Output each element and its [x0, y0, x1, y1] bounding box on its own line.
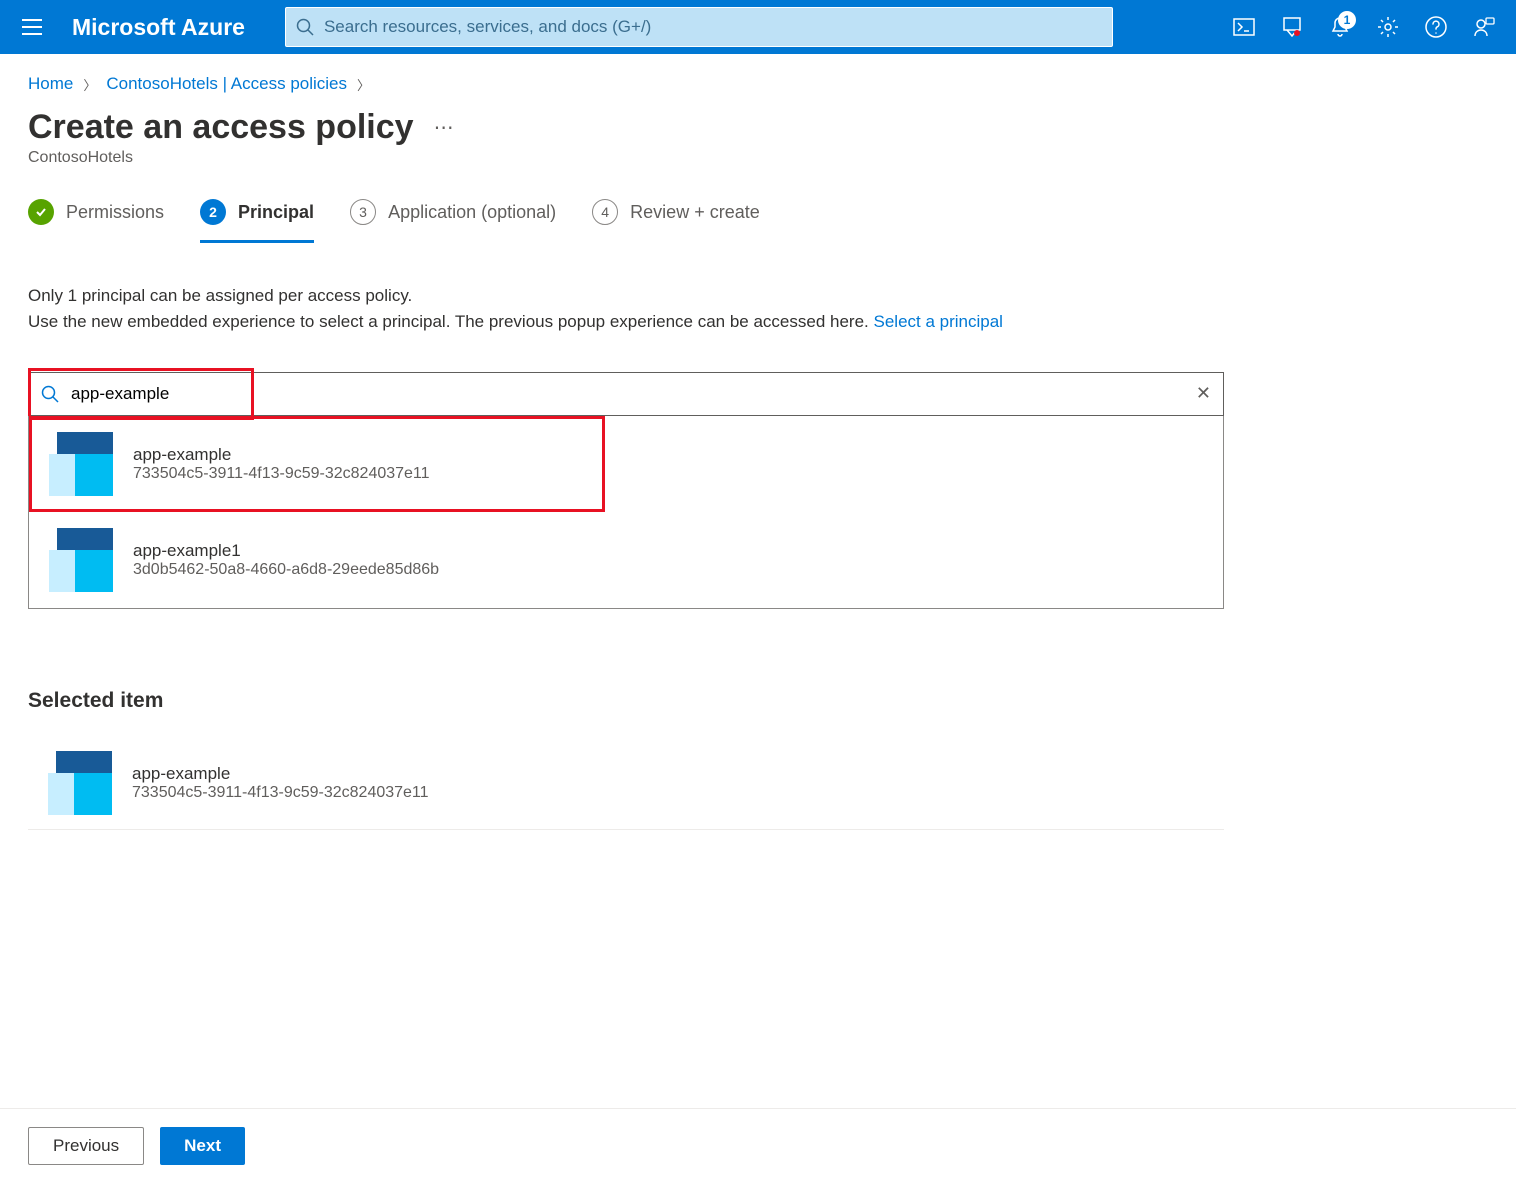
cloud-shell-button[interactable] [1224, 7, 1264, 47]
global-search[interactable] [285, 7, 1113, 47]
step-label: Application (optional) [388, 202, 556, 223]
gear-icon [1377, 16, 1399, 38]
principal-search-input[interactable] [71, 384, 1196, 404]
top-bar: Microsoft Azure 1 [0, 0, 1516, 54]
breadcrumb-home[interactable]: Home [28, 74, 73, 94]
result-name: app-example1 [133, 541, 439, 561]
help-button[interactable] [1416, 7, 1456, 47]
selected-item-row[interactable]: app-example 733504c5-3911-4f13-9c59-32c8… [28, 737, 1224, 830]
select-principal-link[interactable]: Select a principal [874, 312, 1003, 331]
search-result-item[interactable]: app-example 733504c5-3911-4f13-9c59-32c8… [29, 416, 1223, 512]
clear-search-button[interactable]: ✕ [1196, 383, 1211, 404]
wizard-footer: Previous Next [0, 1108, 1516, 1183]
step-principal[interactable]: 2 Principal [200, 199, 314, 243]
feedback-button[interactable] [1464, 7, 1504, 47]
step-permissions[interactable]: Permissions [28, 199, 164, 243]
step-number-badge: 2 [200, 199, 226, 225]
step-label: Principal [238, 202, 314, 223]
step-label: Review + create [630, 202, 760, 223]
step-application[interactable]: 3 Application (optional) [350, 199, 556, 243]
search-icon [41, 385, 59, 403]
chevron-right-icon: 〉 [83, 75, 96, 94]
notifications-button[interactable]: 1 [1320, 7, 1360, 47]
principal-search-box[interactable]: ✕ [28, 372, 1224, 416]
page-title: Create an access policy [28, 108, 414, 147]
step-number-badge: 4 [592, 199, 618, 225]
person-feedback-icon [1473, 16, 1495, 38]
notification-badge: 1 [1338, 11, 1356, 29]
step-number-badge: 3 [350, 199, 376, 225]
breadcrumb: Home 〉 ContosoHotels | Access policies 〉 [0, 54, 1516, 100]
directory-filter-button[interactable] [1272, 7, 1312, 47]
brand-label: Microsoft Azure [72, 14, 245, 41]
app-registration-icon [48, 751, 112, 815]
filter-icon [1281, 17, 1303, 37]
app-registration-icon [49, 528, 113, 592]
hamburger-icon [22, 19, 42, 35]
step-label: Permissions [66, 202, 164, 223]
hamburger-menu-button[interactable] [12, 7, 52, 47]
page-subtitle: ContosoHotels [0, 147, 1516, 167]
settings-button[interactable] [1368, 7, 1408, 47]
search-result-item[interactable]: app-example1 3d0b5462-50a8-4660-a6d8-29e… [29, 512, 1223, 608]
result-id: 733504c5-3911-4f13-9c59-32c824037e11 [133, 465, 430, 483]
help-icon [1425, 16, 1447, 38]
info-text-line2: Use the new embedded experience to selec… [28, 309, 1488, 335]
previous-button[interactable]: Previous [28, 1127, 144, 1165]
selected-item-heading: Selected item [28, 689, 1488, 713]
selected-id: 733504c5-3911-4f13-9c59-32c824037e11 [132, 784, 429, 802]
global-search-input[interactable] [324, 17, 1102, 37]
search-results: app-example 733504c5-3911-4f13-9c59-32c8… [28, 416, 1224, 609]
search-icon [296, 18, 314, 36]
more-actions-button[interactable]: ⋯ [434, 115, 456, 140]
selected-name: app-example [132, 764, 429, 784]
next-button[interactable]: Next [160, 1127, 245, 1165]
step-review[interactable]: 4 Review + create [592, 199, 760, 243]
app-registration-icon [49, 432, 113, 496]
breadcrumb-access-policies[interactable]: ContosoHotels | Access policies [106, 74, 347, 94]
result-id: 3d0b5462-50a8-4660-a6d8-29eede85d86b [133, 561, 439, 579]
cloud-shell-icon [1233, 18, 1255, 36]
chevron-right-icon: 〉 [357, 75, 370, 94]
wizard-steps: Permissions 2 Principal 3 Application (o… [0, 167, 1516, 243]
result-name: app-example [133, 445, 430, 465]
check-icon [28, 199, 54, 225]
info-text-line1: Only 1 principal can be assigned per acc… [28, 283, 1488, 309]
